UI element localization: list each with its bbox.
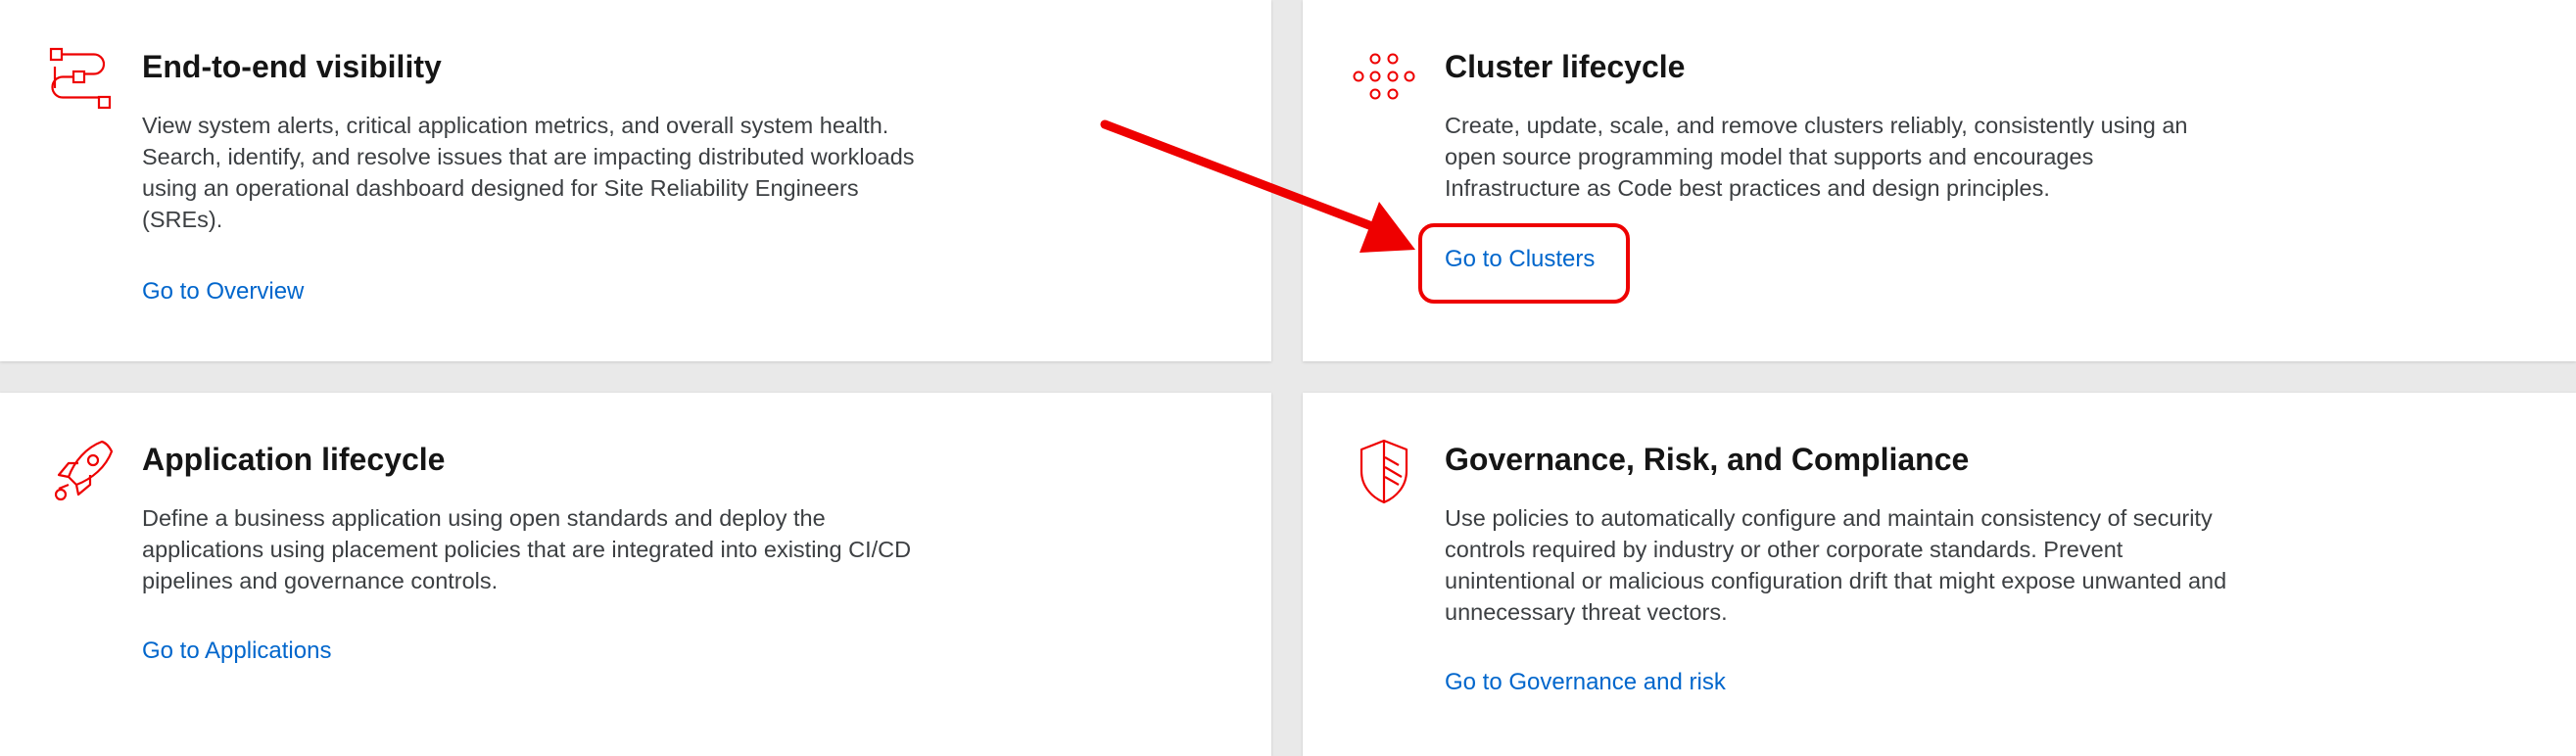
go-to-applications-link[interactable]: Go to Applications xyxy=(142,638,331,665)
card-description: View system alerts, critical application… xyxy=(142,113,915,232)
card-description: Use policies to automatically configure … xyxy=(1445,505,2227,625)
card-governance-risk-compliance: Governance, Risk, and Compliance Use pol… xyxy=(1303,393,2576,756)
connected-boxes-icon xyxy=(47,45,116,114)
go-to-overview-link[interactable]: Go to Overview xyxy=(142,278,304,306)
card-cluster-lifecycle: Cluster lifecycle Create, update, scale,… xyxy=(1303,0,2576,361)
card-application-lifecycle: Application lifecycle Define a business … xyxy=(0,393,1271,756)
card-title: Application lifecycle xyxy=(142,442,446,477)
card-title: Governance, Risk, and Compliance xyxy=(1445,442,1970,477)
card-description: Create, update, scale, and remove cluste… xyxy=(1445,113,2188,201)
go-to-governance-link[interactable]: Go to Governance and risk xyxy=(1445,669,1726,696)
cluster-dots-icon xyxy=(1350,45,1418,114)
card-title: End-to-end visibility xyxy=(142,49,442,84)
rocket-icon xyxy=(47,438,116,506)
card-title: Cluster lifecycle xyxy=(1445,49,1686,84)
shield-icon xyxy=(1350,438,1418,506)
card-description: Define a business application using open… xyxy=(142,505,912,593)
card-end-to-end-visibility: End-to-end visibility View system alerts… xyxy=(0,0,1271,361)
go-to-clusters-link[interactable]: Go to Clusters xyxy=(1445,246,1595,273)
